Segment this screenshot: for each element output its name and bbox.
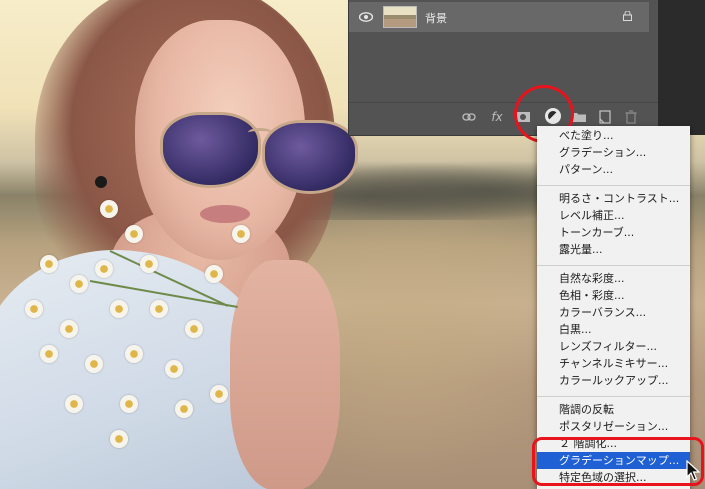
daisy <box>95 260 113 278</box>
adjustment-layer-menu: べた塗り... グラデーション... パターン... 明るさ・コントラスト...… <box>537 126 690 489</box>
daisy <box>70 275 88 293</box>
menu-separator <box>537 396 690 397</box>
daisy <box>100 200 118 218</box>
daisy <box>175 400 193 418</box>
menu-item-black-white[interactable]: 白黒... <box>537 321 690 338</box>
sunglasses-bridge <box>248 128 272 137</box>
menu-item-invert[interactable]: 階調の反転 <box>537 401 690 418</box>
menu-item-brightness-contrast[interactable]: 明るさ・コントラスト... <box>537 190 690 207</box>
menu-item-hue-saturation[interactable]: 色相・彩度... <box>537 287 690 304</box>
daisy <box>165 360 183 378</box>
daisy <box>110 300 128 318</box>
menu-item-gradient[interactable]: グラデーション... <box>537 144 690 161</box>
panel-edge <box>658 0 705 135</box>
layer-name[interactable]: 背景 <box>425 10 447 26</box>
daisy <box>40 255 58 273</box>
daisy <box>60 320 78 338</box>
sunglasses-right-lens <box>262 120 358 194</box>
link-icon[interactable] <box>461 109 477 125</box>
layer-thumbnail[interactable] <box>383 6 417 28</box>
menu-item-levels[interactable]: レベル補正... <box>537 207 690 224</box>
daisy <box>125 225 143 243</box>
eye-icon[interactable] <box>359 11 373 23</box>
menu-item-solid-color[interactable]: べた塗り... <box>537 127 690 144</box>
mouse-cursor-icon <box>686 460 700 481</box>
sunglasses-left-lens <box>160 112 261 188</box>
trash-icon[interactable] <box>623 109 639 125</box>
daisy <box>140 255 158 273</box>
menu-item-color-balance[interactable]: カラーバランス... <box>537 304 690 321</box>
lips <box>200 205 250 223</box>
daisy <box>85 355 103 373</box>
daisy <box>65 395 83 413</box>
menu-separator <box>537 185 690 186</box>
daisy <box>205 265 223 283</box>
menu-item-vibrance[interactable]: 自然な彩度... <box>537 270 690 287</box>
daisy <box>210 385 228 403</box>
layers-panel: 背景 fx <box>348 0 659 136</box>
annotation-box <box>532 437 704 486</box>
layer-row-background[interactable]: 背景 <box>349 2 649 32</box>
menu-separator <box>537 265 690 266</box>
menu-item-photo-filter[interactable]: レンズフィルター... <box>537 338 690 355</box>
lock-icon[interactable] <box>623 11 632 21</box>
menu-item-pattern[interactable]: パターン... <box>537 161 690 178</box>
new-layer-icon[interactable] <box>597 109 613 125</box>
menu-item-color-lookup[interactable]: カラールックアップ... <box>537 372 690 389</box>
menu-item-curves[interactable]: トーンカーブ... <box>537 224 690 241</box>
daisy <box>40 345 58 363</box>
fx-icon[interactable]: fx <box>489 109 505 125</box>
menu-item-channel-mixer[interactable]: チャンネルミキサー... <box>537 355 690 372</box>
daisy <box>25 300 43 318</box>
daisy <box>120 395 138 413</box>
daisy <box>125 345 143 363</box>
daisy <box>150 300 168 318</box>
daisy <box>185 320 203 338</box>
daisy <box>110 430 128 448</box>
daisy <box>232 225 250 243</box>
earring <box>95 176 107 188</box>
menu-item-exposure[interactable]: 露光量... <box>537 241 690 258</box>
arm <box>230 260 340 489</box>
menu-item-posterize[interactable]: ポスタリゼーション... <box>537 418 690 435</box>
